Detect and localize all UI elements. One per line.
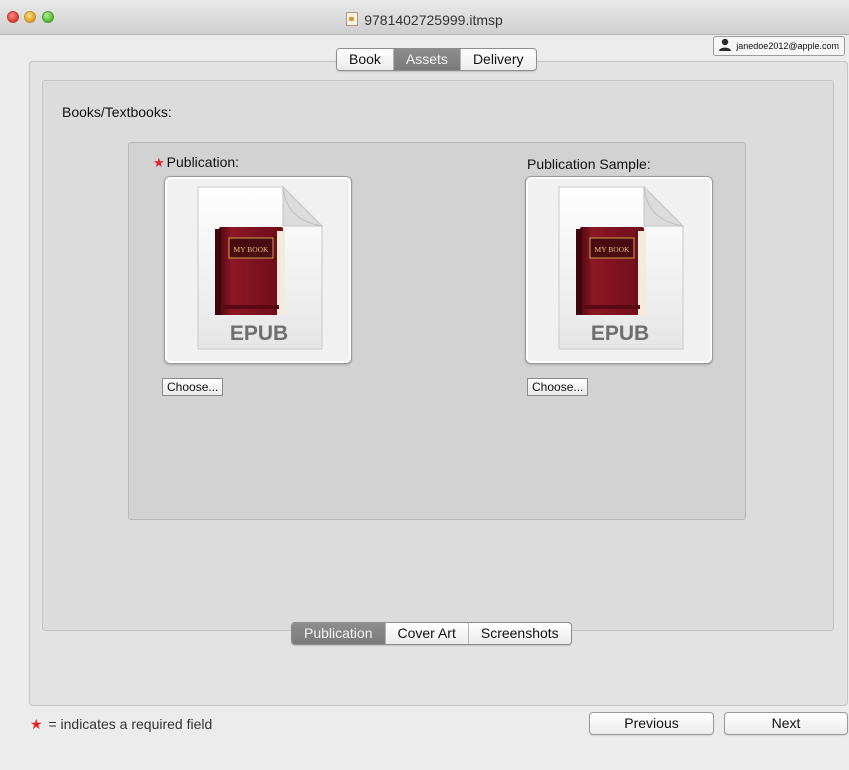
book-title: MY BOOK <box>595 245 631 254</box>
choose-publication-button[interactable]: Choose... <box>162 378 224 396</box>
epub-file-icon: MY BOOK EPUB <box>197 185 324 350</box>
section-label: Books/Textbooks: <box>62 104 172 120</box>
title-bar: 9781402725999.itmsp <box>0 0 849 35</box>
window-title: 9781402725999.itmsp <box>364 12 503 28</box>
tab-book[interactable]: Book <box>337 49 394 70</box>
user-account-badge[interactable]: janedoe2012@apple.com <box>713 36 845 56</box>
required-star-icon: ★ <box>153 155 165 170</box>
next-button[interactable]: Next <box>724 712 848 735</box>
required-star-icon: ★ <box>30 716 43 732</box>
epub-label: EPUB <box>230 322 288 345</box>
required-note: ★ = indicates a required field <box>30 716 212 733</box>
publication-label: ★ Publication: <box>153 154 239 171</box>
epub-label: EPUB <box>591 322 649 345</box>
previous-button[interactable]: Previous <box>589 712 714 735</box>
user-email: janedoe2012@apple.com <box>736 41 839 51</box>
tab-assets[interactable]: Assets <box>393 49 461 70</box>
top-tab-bar: Book Assets Delivery <box>336 48 537 71</box>
epub-file-icon: MY BOOK EPUB <box>558 185 685 350</box>
bottom-tab-bar: Publication Cover Art Screenshots <box>291 622 572 645</box>
tab-cover-art[interactable]: Cover Art <box>385 623 469 644</box>
book-title: MY BOOK <box>234 245 270 254</box>
document-icon <box>346 12 359 26</box>
user-icon <box>719 38 732 51</box>
tab-screenshots[interactable]: Screenshots <box>468 623 571 644</box>
publication-label-text: Publication: <box>166 154 240 170</box>
tab-publication[interactable]: Publication <box>292 623 386 644</box>
required-note-text: = indicates a required field <box>48 716 213 732</box>
choose-sample-button[interactable]: Choose... <box>527 378 589 396</box>
window-title-wrap: 9781402725999.itmsp <box>0 12 849 28</box>
publication-sample-label: Publication Sample: <box>527 156 651 172</box>
tab-delivery[interactable]: Delivery <box>460 49 536 70</box>
publication-sample-drop-well[interactable]: MY BOOK EPUB <box>525 176 713 364</box>
publication-drop-well[interactable]: MY BOOK EPUB <box>164 176 352 364</box>
